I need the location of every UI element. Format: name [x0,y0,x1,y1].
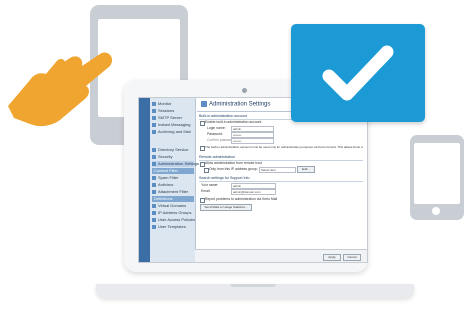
im-icon [152,122,156,127]
enable-builtin-label: Enable built-in administration account [205,120,262,124]
cancel-button[interactable]: Cancel [343,254,361,261]
sidebar-item-smtp[interactable]: SMTP Server [152,115,182,121]
sidebar-header-definitions: Definitions [152,196,194,202]
archive-icon [152,129,156,134]
report-label: Report problems to administration via Ke… [205,197,278,201]
sidebar-item-domains[interactable]: Virtual Domains [152,203,186,209]
sidebar-item-directory[interactable]: Directory Service [152,147,188,153]
sidebar: Monitor Sessions SMTP Server Instant Mes… [139,98,199,262]
email-field[interactable]: admin@domain.com [231,189,276,195]
phone-home-button [432,207,440,215]
section-search: Search settings for Support Info [199,176,363,182]
apply-button[interactable]: Apply [323,254,341,261]
sidebar-item-ip-groups[interactable]: IP Address Groups [152,210,192,216]
checkmark-icon [322,45,394,101]
page-title: Administration Settings [201,101,270,108]
antivirus-icon [152,182,156,187]
policies-icon [152,217,156,222]
sidebar-strip [139,98,150,262]
your-name-label: Your name: [201,183,219,187]
attachment-icon [152,189,156,194]
monitor-icon [152,101,156,106]
sidebar-item-im[interactable]: Instant Messaging [152,122,190,128]
sidebar-item-policies[interactable]: User Access Policies [152,217,195,223]
login-label: Login name: [207,126,226,130]
sidebar-item-monitor[interactable]: Monitor [152,101,171,107]
sidebar-item-spam[interactable]: Spam Filter [152,175,178,181]
security-icon [152,154,156,159]
spam-icon [152,175,156,180]
sidebar-item-antivirus[interactable]: Antivirus [152,182,173,188]
laptop-notch [230,284,276,287]
sessions-icon [152,108,156,113]
ip-groups-icon [152,210,156,215]
smtp-icon [152,115,156,120]
sidebar-item-admin[interactable]: Administration Settings [152,161,199,167]
sidebar-item-attachment[interactable]: Attachment Filter [152,189,188,195]
sidebar-header-content: Content Filter [152,168,194,174]
admin-icon [152,161,156,166]
sidebar-item-sessions[interactable]: Sessions [152,108,174,114]
email-label: Email: [201,189,211,193]
sidebar-item-archive[interactable]: Archiving and Mail [152,129,191,135]
phone-screen [414,143,460,204]
password-label: Password: [207,132,223,136]
camera-icon [242,88,247,93]
pointing-hand-icon [8,52,113,127]
ip-group-select[interactable]: Select item [259,167,296,173]
usage-stats-button[interactable]: Send Mails to Usage Statistics... [200,204,252,211]
domains-icon [152,203,156,208]
sidebar-item-security[interactable]: Security [152,154,172,160]
settings-icon [201,101,207,107]
allow-remote-label: Allow administration from remote host [205,161,262,165]
confirm-field[interactable]: •••••••• [231,138,274,144]
notice-text: The built-in administration account must… [205,145,363,149]
sidebar-item-templates[interactable]: User Templates [152,224,186,230]
templates-icon [152,224,156,229]
bottom-bar: Apply Cancel [195,249,367,262]
only-ip-label: Only from this IP address group: [209,167,258,171]
edit-button[interactable]: Edit... [297,166,315,173]
directory-icon [152,147,156,152]
